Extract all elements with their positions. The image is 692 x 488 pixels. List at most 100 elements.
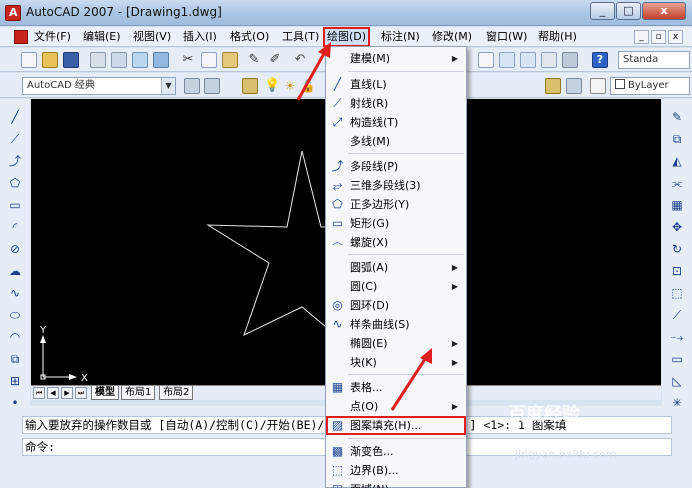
mdi-restore-button[interactable]: ▫ — [651, 30, 666, 44]
stretch-icon[interactable]: ⬚ — [669, 285, 685, 301]
workspace-combo[interactable]: AutoCAD 经典 ▼ — [22, 77, 176, 95]
save-icon[interactable] — [63, 52, 79, 68]
menu-item-ellipse[interactable]: 椭圆(E) ▶ — [326, 334, 466, 353]
menu-item-boundary[interactable]: ⬚ 边界(B)... — [326, 461, 466, 480]
menu-item-line[interactable]: ╱ 直线(L) — [326, 75, 466, 94]
properties-icon[interactable] — [520, 52, 536, 68]
menu-item-3dpoly[interactable]: ⥂ 三维多段线(3) — [326, 176, 466, 195]
revcloud-tool-icon[interactable]: ☁ — [7, 263, 23, 279]
menu-dimension[interactable]: 标注(N) — [381, 29, 420, 45]
layer-thaw-sun-icon[interactable]: ☀ — [282, 78, 298, 94]
menu-format[interactable]: 格式(O) — [230, 29, 269, 45]
layer-previous-icon[interactable] — [566, 78, 582, 94]
menu-view[interactable]: 视图(V) — [133, 29, 171, 45]
menu-item-xline[interactable]: ⤢ 构造线(T) — [326, 113, 466, 132]
workspace-settings-icon[interactable] — [184, 78, 200, 94]
color-control-icon[interactable] — [590, 78, 606, 94]
menu-item-mline[interactable]: 多线(M) — [326, 132, 466, 151]
break-icon[interactable]: ▭ — [669, 351, 685, 367]
linetype-combo[interactable]: ByLayer — [610, 77, 690, 95]
sheet-set-icon[interactable] — [478, 52, 494, 68]
rectangle-tool-icon[interactable]: ▭ — [7, 197, 23, 213]
rotate-icon[interactable]: ↻ — [669, 241, 685, 257]
tab-model[interactable]: 模型 — [91, 386, 119, 400]
tab-layout1[interactable]: 布局1 — [121, 386, 156, 400]
spline-tool-icon[interactable]: ∿ — [7, 285, 23, 301]
menu-help[interactable]: 帮助(H) — [538, 29, 577, 45]
erase-icon[interactable]: ✎ — [669, 109, 685, 125]
menu-item-modeling[interactable]: 建模(M) ▶ — [326, 49, 466, 68]
mirror-icon[interactable]: ◭ — [669, 153, 685, 169]
menu-item-helix[interactable]: ෴ 螺旋(X) — [326, 233, 466, 252]
menu-edit[interactable]: 编辑(E) — [83, 29, 121, 45]
mdi-minimize-button[interactable]: _ — [634, 30, 649, 44]
menu-item-table[interactable]: ▦ 表格... — [326, 378, 466, 397]
menu-item-donut[interactable]: ◎ 圆环(D) — [326, 296, 466, 315]
insert-block-icon[interactable]: ⧉ — [7, 351, 23, 367]
layer-properties-icon[interactable] — [242, 78, 258, 94]
menu-item-block[interactable]: 块(K) ▶ — [326, 353, 466, 372]
menu-item-region[interactable]: ◫面域(N) — [326, 480, 466, 488]
move-icon[interactable]: ✥ — [669, 219, 685, 235]
circle-tool-icon[interactable]: ⊘ — [7, 241, 23, 257]
layer-on-lightbulb-icon[interactable]: 💡 — [264, 78, 280, 94]
undo-icon[interactable]: ↶ — [292, 52, 308, 68]
menu-item-gradient[interactable]: ▩ 渐变色... — [326, 442, 466, 461]
document-icon[interactable] — [14, 30, 28, 44]
polyline-tool-icon[interactable]: ⤴ — [7, 153, 23, 169]
menu-draw[interactable]: 绘图(D) — [323, 27, 371, 47]
chamfer-icon[interactable]: ◺ — [669, 373, 685, 389]
menu-item-ray[interactable]: ⟋ 射线(R) — [326, 94, 466, 113]
scale-icon[interactable]: ⊡ — [669, 263, 685, 279]
menu-item-circle[interactable]: 圆(C) ▶ — [326, 277, 466, 296]
plot-preview-icon[interactable] — [111, 52, 127, 68]
first-tab-arrow-icon[interactable]: ⏮ — [33, 387, 45, 399]
tab-layout2[interactable]: 布局2 — [159, 386, 194, 400]
menu-file[interactable]: 文件(F) — [34, 29, 71, 45]
minimize-button[interactable]: _ — [590, 2, 615, 20]
offset-icon[interactable]: ⫘ — [669, 175, 685, 191]
autocad-app-icon[interactable] — [5, 5, 21, 21]
chevron-down-icon[interactable]: ▼ — [161, 78, 175, 94]
copy-icon[interactable] — [201, 52, 217, 68]
prev-tab-arrow-icon[interactable]: ◀ — [47, 387, 59, 399]
markup-icon[interactable] — [499, 52, 515, 68]
mdi-close-button[interactable]: x — [668, 30, 683, 44]
menu-item-hatch[interactable]: ▨ 图案填充(H)... — [326, 416, 466, 435]
make-object-layer-current-icon[interactable] — [545, 78, 561, 94]
ellipse-arc-tool-icon[interactable]: ◠ — [7, 329, 23, 345]
copy-object-icon[interactable]: ⧉ — [669, 131, 685, 147]
ellipse-tool-icon[interactable]: ⬭ — [7, 307, 23, 323]
trim-icon[interactable]: ⟋ — [669, 307, 685, 323]
menu-item-point[interactable]: 点(O) ▶ — [326, 397, 466, 416]
cut-icon[interactable]: ✂ — [180, 52, 196, 68]
menu-item-rectangle[interactable]: ▭ 矩形(G) — [326, 214, 466, 233]
help-icon[interactable]: ? — [592, 52, 608, 68]
tool-palettes-icon[interactable] — [541, 52, 557, 68]
array-icon[interactable]: ▦ — [669, 197, 685, 213]
last-tab-arrow-icon[interactable]: ⏭ — [75, 387, 87, 399]
menu-item-polyline[interactable]: ⤴ 多段线(P) — [326, 157, 466, 176]
maximize-button[interactable]: □ — [616, 2, 641, 20]
my-workspace-icon[interactable] — [204, 78, 220, 94]
open-file-icon[interactable] — [42, 52, 58, 68]
construction-line-icon[interactable]: ⟋ — [7, 131, 23, 147]
print-icon[interactable] — [90, 52, 106, 68]
arc-tool-icon[interactable]: ◜ — [7, 219, 23, 235]
3d-dwf-icon[interactable] — [153, 52, 169, 68]
new-file-icon[interactable] — [21, 52, 37, 68]
close-button[interactable]: x — [642, 2, 686, 20]
polygon-tool-icon[interactable]: ⬠ — [7, 175, 23, 191]
menu-window[interactable]: 窗口(W) — [486, 29, 527, 45]
block-editor-icon[interactable]: ✐ — [267, 52, 283, 68]
publish-icon[interactable] — [132, 52, 148, 68]
menu-item-polygon[interactable]: ⬠ 正多边形(Y) — [326, 195, 466, 214]
menu-tools[interactable]: 工具(T) — [282, 29, 319, 45]
extend-icon[interactable]: ⤍ — [669, 329, 685, 345]
layer-unlock-icon[interactable]: 🔓 — [300, 78, 316, 94]
line-tool-icon[interactable]: ╱ — [7, 109, 23, 125]
menu-modify[interactable]: 修改(M) — [432, 29, 472, 45]
menu-item-arc[interactable]: 圆弧(A) ▶ — [326, 258, 466, 277]
match-properties-icon[interactable]: ✎ — [246, 52, 262, 68]
menu-item-spline[interactable]: ∿ 样条曲线(S) — [326, 315, 466, 334]
